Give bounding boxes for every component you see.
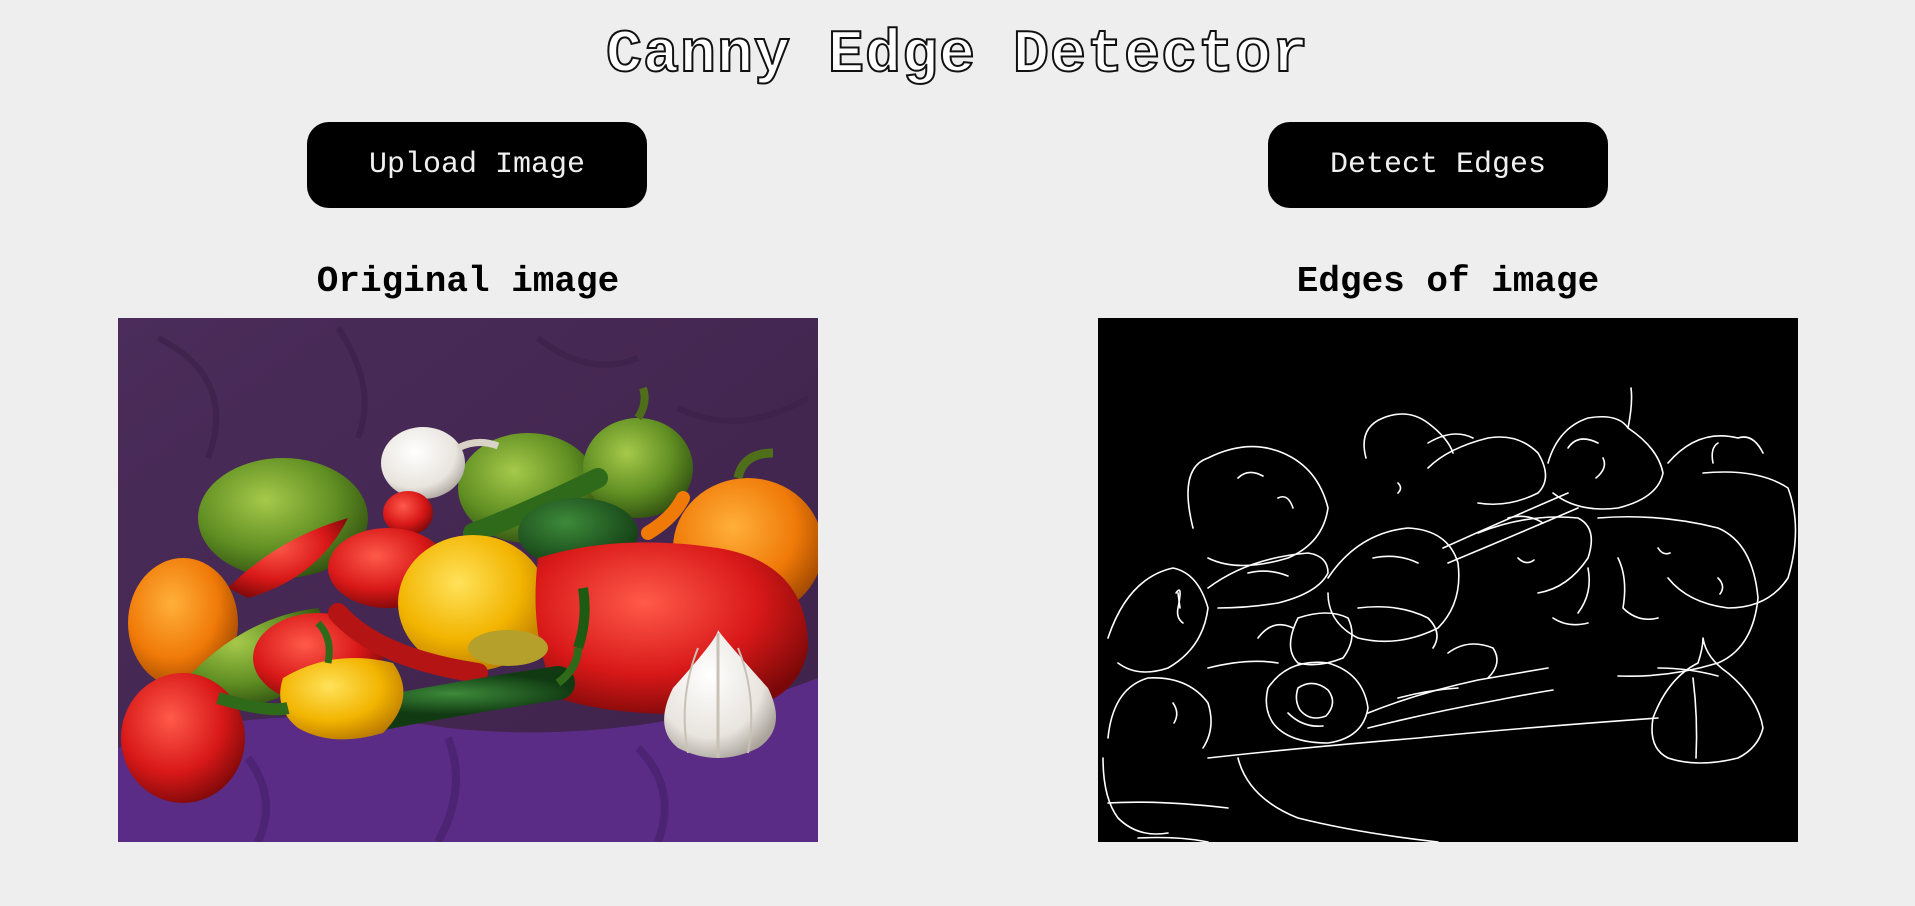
edges-image-title: Edges of image [1296, 261, 1600, 302]
edges-image [1098, 318, 1798, 842]
app-page: Canny Edge Detector Upload Image Detect … [0, 0, 1915, 906]
detect-edges-button[interactable]: Detect Edges [1268, 122, 1608, 208]
edge-map [1102, 387, 1797, 842]
peppers-photo [118, 318, 818, 842]
original-image-title: Original image [316, 261, 620, 302]
app-title: Canny Edge Detector [605, 21, 1310, 91]
original-image [118, 318, 818, 842]
upload-image-button[interactable]: Upload Image [307, 122, 647, 208]
